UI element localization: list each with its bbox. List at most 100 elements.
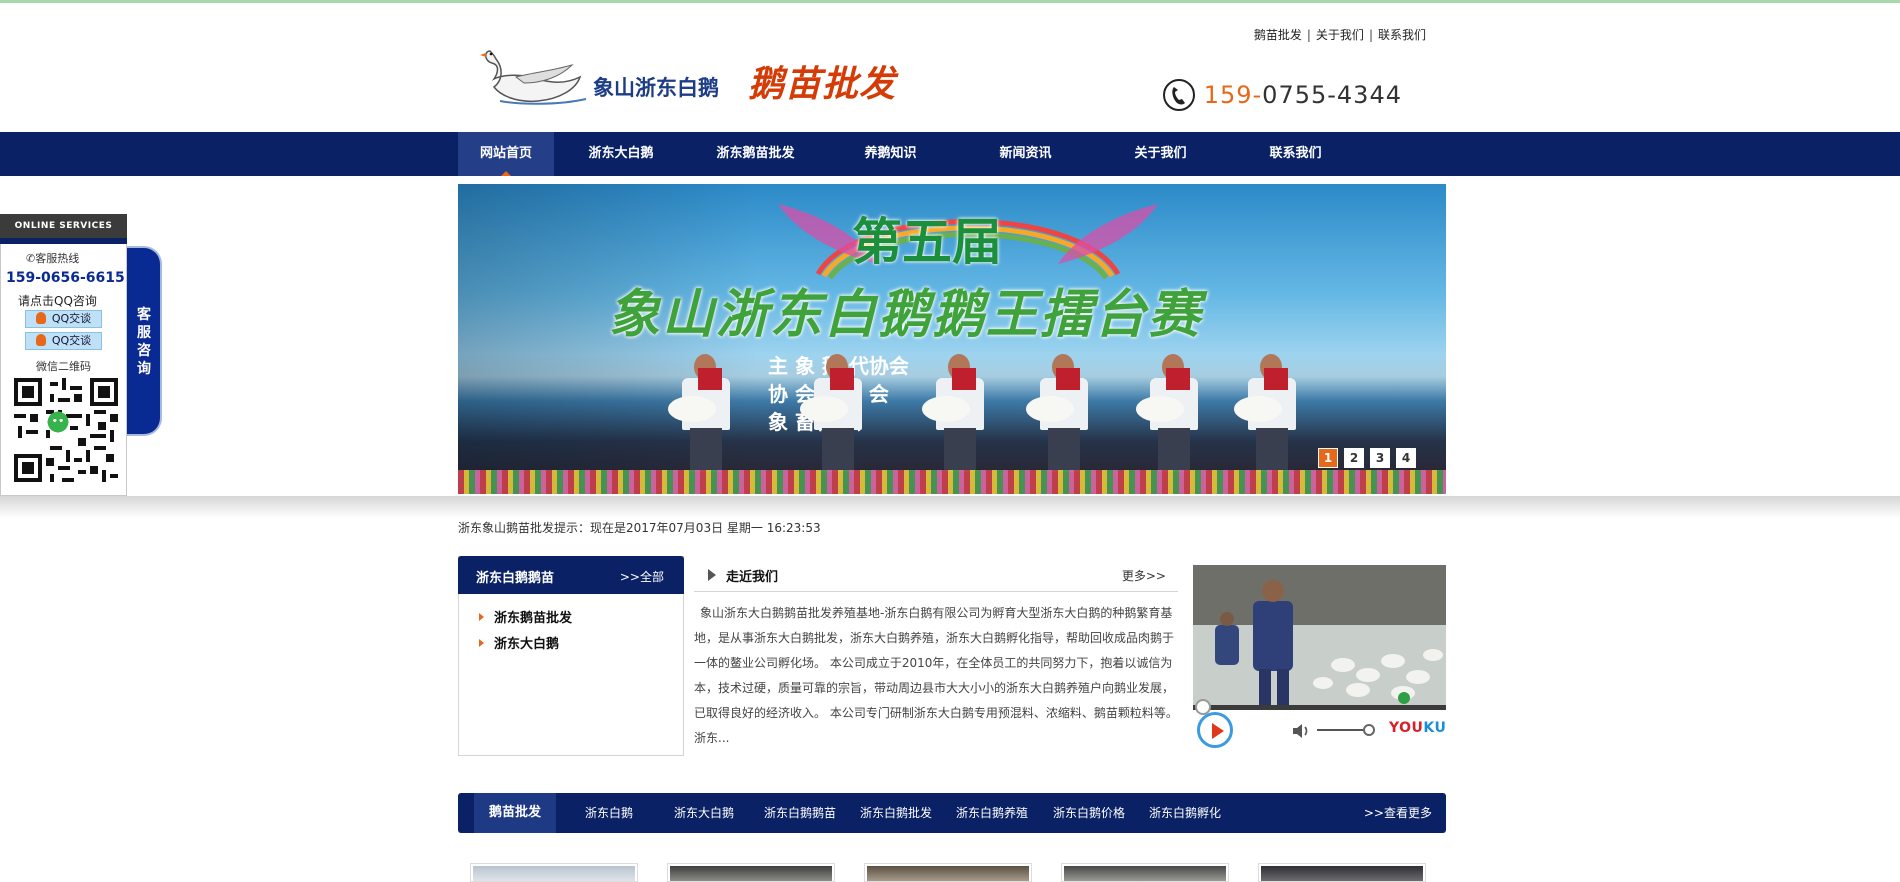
category-title: 浙东白鹅鹅苗 — [476, 571, 555, 586]
volume-icon[interactable] — [1291, 723, 1311, 739]
site-header: 象山浙东白鹅 鹅苗批发 鹅苗批发 | 关于我们 | 联系我们 159-0755-4344 — [458, 3, 1446, 132]
category-item[interactable]: 浙东大白鹅 — [479, 633, 559, 652]
hotline-label-text: 客服热线 — [35, 252, 80, 265]
logo-company-name: 象山浙东白鹅 — [593, 75, 719, 100]
grey-band — [0, 496, 1900, 518]
product-thumbnail[interactable] — [470, 863, 638, 882]
banner-person — [800, 354, 866, 472]
volume-slider[interactable] — [1317, 729, 1369, 731]
slide-dot-4[interactable]: 4 — [1396, 448, 1416, 468]
arrow-right-icon — [479, 613, 484, 621]
nav-contact[interactable]: 联系我们 — [1228, 132, 1363, 176]
hero-banner[interactable]: 第五届 象山浙东白鹅鹅王擂台赛 主 象 鹅 代协会 协 会 科学 会 象 畜牧 … — [458, 184, 1446, 494]
banner-title-edition: 第五届 — [852, 212, 1002, 271]
video-progress-bar[interactable] — [1193, 705, 1446, 710]
arrow-right-icon — [479, 639, 484, 647]
product-tab[interactable]: 浙东白鹅养殖 — [956, 793, 1028, 833]
qq-penguin-icon — [35, 334, 46, 346]
qq-button-label: QQ交谈 — [51, 334, 92, 347]
youku-logo: YOUKU — [1389, 720, 1446, 736]
service-header: ONLINE SERVICES — [0, 214, 127, 238]
banner-person — [1026, 354, 1092, 472]
main-nav: 网站首页 浙东大白鹅 浙东鹅苗批发 养鹅知识 新闻资讯 关于我们 联系我们 — [0, 132, 1900, 176]
swan-logo-icon — [480, 50, 587, 105]
qq-button-label: QQ交谈 — [51, 312, 92, 325]
banner-person — [1136, 354, 1202, 472]
phone-number: 159-0755-4344 — [1204, 81, 1402, 109]
play-icon[interactable] — [1197, 712, 1233, 748]
about-more-link[interactable]: 更多>> — [1122, 567, 1166, 584]
main-nav-inner: 网站首页 浙东大白鹅 浙东鹅苗批发 养鹅知识 新闻资讯 关于我们 联系我们 — [458, 132, 1446, 176]
slide-dot-2[interactable]: 2 — [1344, 448, 1364, 468]
video-scene — [1193, 565, 1446, 705]
datetime-tip: 浙东象山鹅苗批发提示：现在是2017年07月03日 星期一 16:23:53 — [458, 521, 821, 535]
product-tab[interactable]: 浙东白鹅价格 — [1053, 793, 1125, 833]
youku-you: YOU — [1389, 720, 1424, 736]
nav-about[interactable]: 关于我们 — [1093, 132, 1228, 176]
service-hotline-label: ✆客服热线 — [26, 250, 79, 266]
product-tab[interactable]: 浙东大白鹅 — [674, 793, 734, 833]
phone-icon — [1162, 79, 1195, 111]
product-tab[interactable]: 浙东白鹅 — [585, 793, 633, 833]
wechat-qr-code — [14, 378, 118, 482]
product-more-link[interactable]: >>查看更多 — [1364, 793, 1432, 833]
phone-small-icon: ✆ — [26, 252, 36, 265]
slide-dot-1[interactable]: 1 — [1318, 448, 1338, 468]
top-link-wholesale[interactable]: 鹅苗批发 — [1254, 28, 1302, 42]
category-item-label: 浙东鹅苗批发 — [494, 611, 573, 626]
service-tab-label: 客服咨询 — [137, 307, 151, 377]
about-text: 象山浙东大白鹅鹅苗批发养殖基地-浙东白鹅有限公司为孵育大型浙东大白鹅的种鹅繁育基… — [694, 606, 1178, 745]
online-service-widget: ONLINE SERVICES ✆客服热线 159-0656-6615 请点击Q… — [0, 214, 162, 496]
slide-dot-3[interactable]: 3 — [1370, 448, 1390, 468]
top-link-contact[interactable]: 联系我们 — [1378, 28, 1426, 42]
site-logo[interactable]: 象山浙东白鹅 鹅苗批发 — [480, 43, 900, 113]
logo-slogan: 鹅苗批发 — [748, 63, 897, 105]
youku-ku: KU — [1423, 720, 1447, 736]
nav-home[interactable]: 网站首页 — [458, 132, 554, 176]
triangle-right-icon — [708, 569, 716, 581]
category-item-label: 浙东大白鹅 — [494, 637, 560, 652]
product-tab[interactable]: 浙东白鹅孵化 — [1149, 793, 1221, 833]
product-tab[interactable]: 浙东白鹅批发 — [860, 793, 932, 833]
banner-person — [922, 354, 988, 472]
category-item[interactable]: 浙东鹅苗批发 — [479, 607, 572, 626]
service-qq-tip: 请点击QQ咨询 — [18, 294, 97, 308]
product-tab[interactable]: 浙东白鹅鹅苗 — [764, 793, 836, 833]
video-frame[interactable] — [1193, 565, 1446, 705]
product-thumbnail[interactable] — [667, 863, 835, 882]
separator: | — [1306, 28, 1311, 42]
header-phone: 159-0755-4344 — [1162, 78, 1402, 112]
nav-gosling-wholesale[interactable]: 浙东鹅苗批发 — [688, 132, 823, 176]
video-player[interactable]: YOUKU — [1193, 565, 1446, 751]
phone-rest: 0755-4344 — [1262, 81, 1402, 109]
qq-chat-button[interactable]: QQ交谈 — [25, 332, 102, 350]
service-hotline: 159-0656-6615 — [6, 270, 125, 286]
about-box: 走近我们 更多>> 象山浙东大白鹅鹅苗批发养殖基地-浙东白鹅有限公司为孵育大型浙… — [694, 556, 1178, 756]
category-more-link[interactable]: >>全部 — [620, 568, 664, 585]
banner-person — [1234, 354, 1300, 472]
top-link-about[interactable]: 关于我们 — [1316, 28, 1364, 42]
qq-chat-button[interactable]: QQ交谈 — [25, 310, 102, 328]
phone-prefix: 159- — [1203, 81, 1263, 109]
volume-knob[interactable] — [1363, 724, 1375, 736]
banner-person — [668, 354, 734, 472]
nav-zhedong-goose[interactable]: 浙东大白鹅 — [554, 132, 688, 176]
about-header: 走近我们 更多>> — [694, 556, 1178, 592]
banner-title-contest: 象山浙东白鹅鹅王擂台赛 — [608, 284, 1203, 345]
about-title: 走近我们 — [726, 570, 779, 585]
category-header: 浙东白鹅鹅苗 >>全部 — [458, 556, 684, 594]
product-thumbnail[interactable] — [1061, 863, 1229, 882]
banner-flowers — [458, 470, 1446, 494]
nav-goose-knowledge[interactable]: 养鹅知识 — [823, 132, 958, 176]
service-consult-tab[interactable]: 客服咨询 — [127, 246, 162, 436]
top-links: 鹅苗批发 | 关于我们 | 联系我们 — [1254, 26, 1426, 43]
nav-news[interactable]: 新闻资讯 — [958, 132, 1093, 176]
product-thumbnail[interactable] — [1258, 863, 1426, 882]
product-thumbnail[interactable] — [864, 863, 1032, 882]
category-box: 浙东白鹅鹅苗 >>全部 浙东鹅苗批发 浙东大白鹅 — [458, 556, 684, 756]
wechat-qr-label: 微信二维码 — [36, 360, 91, 373]
slide-indicators: 1 2 3 4 — [1318, 448, 1416, 468]
qq-penguin-icon — [35, 312, 46, 324]
product-category-bar: 鹅苗批发 浙东白鹅 浙东大白鹅 浙东白鹅鹅苗 浙东白鹅批发 浙东白鹅养殖 浙东白… — [458, 793, 1446, 833]
product-tab-wholesale[interactable]: 鹅苗批发 — [474, 793, 557, 833]
